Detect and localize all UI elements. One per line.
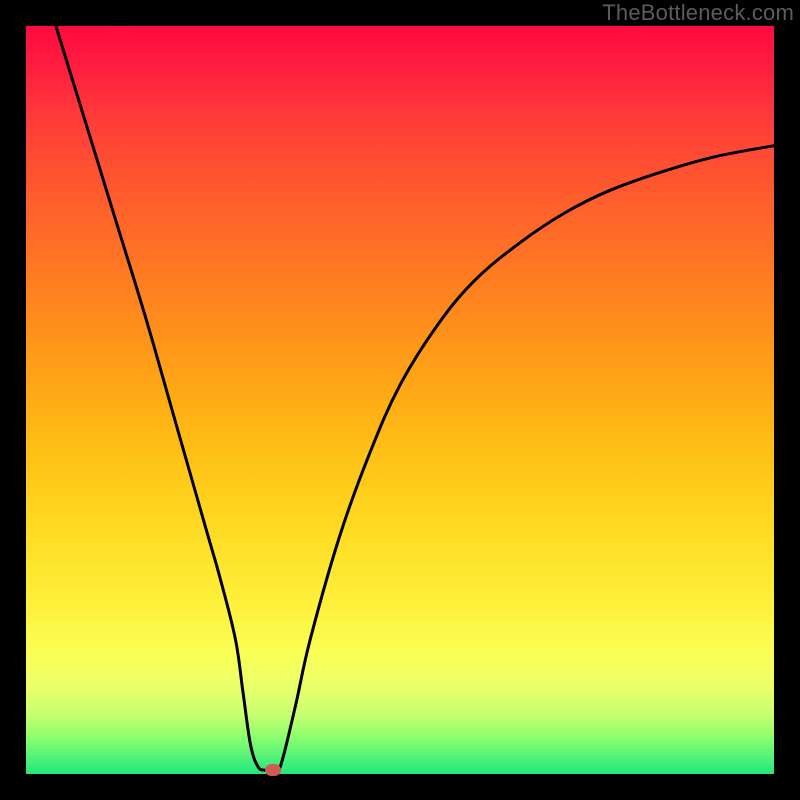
chart-frame: TheBottleneck.com bbox=[0, 0, 800, 800]
watermark-text: TheBottleneck.com bbox=[602, 0, 794, 26]
curve-path bbox=[56, 26, 774, 773]
plot-area bbox=[26, 26, 774, 774]
minimum-marker bbox=[265, 764, 281, 776]
bottleneck-curve bbox=[26, 26, 774, 774]
